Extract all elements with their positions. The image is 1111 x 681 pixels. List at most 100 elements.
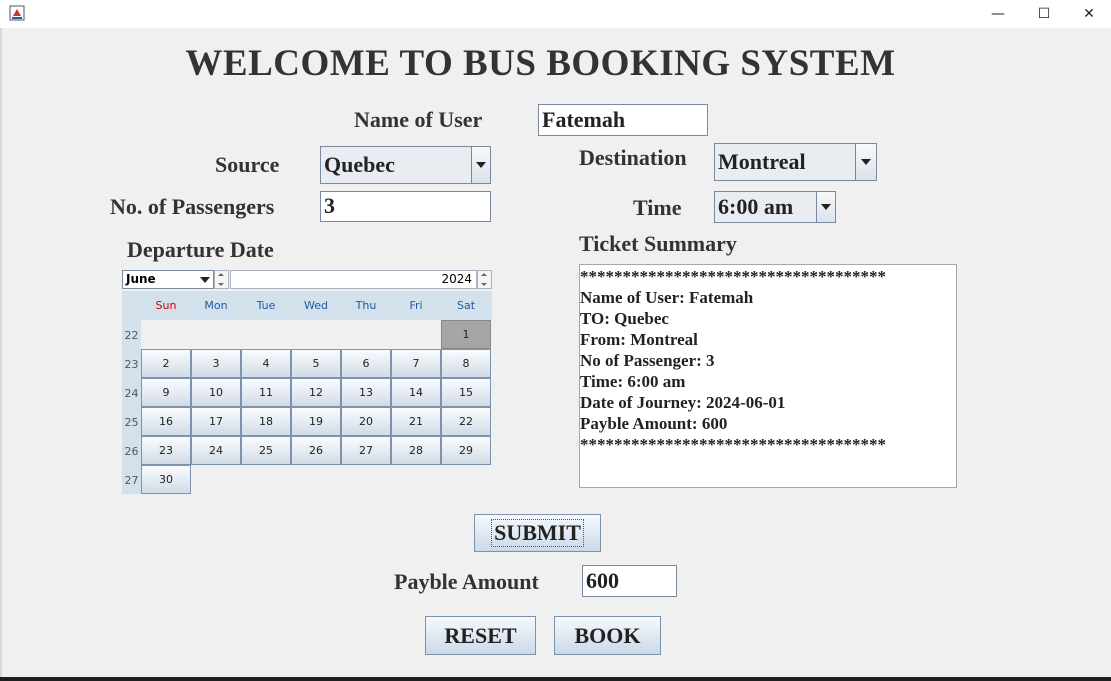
calendar-day-button[interactable]: 20 (341, 407, 391, 436)
summary-line: Payble Amount: 600 (580, 414, 728, 433)
destination-dropdown[interactable]: Montreal (714, 143, 877, 181)
spinner-down-icon[interactable] (218, 283, 224, 286)
submit-button[interactable]: SUBMIT (474, 514, 601, 552)
day-name-tue: Tue (256, 299, 276, 312)
calendar-day-button[interactable]: 24 (191, 436, 241, 465)
calendar-day-button[interactable]: 9 (141, 378, 191, 407)
passengers-input[interactable]: 3 (320, 191, 491, 222)
minimize-button[interactable]: — (975, 0, 1021, 28)
calendar-day-button[interactable]: 27 (341, 436, 391, 465)
calendar-day-button[interactable]: 10 (191, 378, 241, 407)
week-number: 22 (124, 329, 139, 342)
calendar-day-button[interactable]: 26 (291, 436, 341, 465)
time-label: Time (633, 195, 682, 220)
book-label: BOOK (574, 622, 641, 648)
chevron-down-icon (476, 162, 486, 168)
source-dropdown-arrow[interactable] (471, 147, 490, 183)
calendar-day-button[interactable]: 18 (241, 407, 291, 436)
day-name-sun: Sun (155, 299, 177, 312)
day-name-fri: Fri (409, 299, 423, 312)
calendar-day-button[interactable]: 17 (191, 407, 241, 436)
week-number: 27 (124, 474, 139, 487)
summary-line: Name of User: Fatemah (580, 288, 754, 307)
window-titlebar (0, 0, 1111, 28)
time-value: 6:00 am (718, 194, 794, 219)
day-name-mon: Mon (204, 299, 228, 312)
week-number: 26 (124, 445, 139, 458)
reset-label: RESET (444, 622, 517, 648)
time-dropdown-arrow[interactable] (816, 192, 835, 222)
passengers-label: No. of Passengers (110, 194, 275, 219)
calendar-day-button[interactable]: 2 (141, 349, 191, 378)
destination-dropdown-arrow[interactable] (855, 144, 876, 180)
calendar-day-button[interactable]: 14 (391, 378, 441, 407)
year-field[interactable]: 2024 (230, 270, 477, 289)
calendar-header: June 2024 (122, 270, 492, 290)
week-number: 24 (124, 387, 139, 400)
calendar-day-button[interactable]: 25 (241, 436, 291, 465)
week-number: 23 (124, 358, 139, 371)
calendar-day-button[interactable]: 6 (341, 349, 391, 378)
calendar-day-button[interactable]: 21 (391, 407, 441, 436)
close-button[interactable]: ✕ (1066, 0, 1111, 28)
week-number: 25 (124, 416, 139, 429)
day-name-sat: Sat (456, 299, 476, 312)
payable-amount-field[interactable]: 600 (582, 565, 677, 597)
book-button[interactable]: BOOK (554, 616, 661, 655)
summary-line: From: Montreal (580, 330, 698, 349)
calendar-day-button[interactable]: 8 (441, 349, 491, 378)
calendar-day-button[interactable]: 5 (291, 349, 341, 378)
calendar-day-button[interactable]: 28 (391, 436, 441, 465)
close-icon: ✕ (1083, 6, 1095, 22)
page-title: WELCOME TO BUS BOOKING SYSTEM (185, 43, 896, 84)
window-left-edge (0, 28, 2, 681)
destination-value: Montreal (718, 149, 806, 174)
calendar-day-button[interactable]: 15 (441, 378, 491, 407)
summary-line: Time: 6:00 am (580, 372, 686, 391)
maximize-button[interactable]: ☐ (1021, 0, 1067, 28)
name-input[interactable]: Fatemah (538, 104, 708, 136)
calendar-day-button[interactable]: 16 (141, 407, 191, 436)
year-spinner[interactable] (477, 270, 492, 289)
calendar-day-button[interactable]: 1 (441, 320, 491, 349)
calendar-day-button[interactable]: 7 (391, 349, 441, 378)
calendar-day-button[interactable]: 4 (241, 349, 291, 378)
departure-date-label: Departure Date (127, 237, 274, 262)
time-dropdown[interactable]: 6:00 am (714, 191, 836, 223)
month-value: June (126, 272, 156, 286)
source-label: Source (215, 152, 280, 177)
day-name-thu: Thu (355, 299, 377, 312)
spinner-up-icon[interactable] (481, 273, 487, 276)
calendar-grid: Sun Mon Tue Wed Thu Fri Sat 22 23 24 25 26 27 12345… (122, 291, 492, 494)
name-label: Name of User (354, 107, 483, 132)
spinner-up-icon[interactable] (218, 273, 224, 276)
destination-label: Destination (579, 145, 687, 170)
chevron-down-icon (200, 276, 210, 283)
source-value: Quebec (324, 152, 395, 177)
calendar-day-button[interactable]: 12 (291, 378, 341, 407)
calendar-day-button[interactable]: 3 (191, 349, 241, 378)
submit-label: SUBMIT (491, 519, 584, 547)
calendar-day-button[interactable]: 30 (141, 465, 191, 494)
source-dropdown[interactable]: Quebec (320, 146, 491, 184)
window-bottom-edge (0, 677, 1111, 681)
summary-line: TO: Quebec (580, 309, 669, 328)
month-dropdown[interactable]: June (122, 270, 214, 289)
month-dropdown-arrow[interactable] (197, 271, 213, 288)
spinner-down-icon[interactable] (481, 283, 487, 286)
calendar-day-button[interactable]: 13 (341, 378, 391, 407)
payable-amount-label: Payble Amount (394, 569, 539, 594)
month-spinner[interactable] (214, 270, 229, 289)
calendar-day-button[interactable]: 11 (241, 378, 291, 407)
calendar-day-button[interactable]: 23 (141, 436, 191, 465)
ticket-summary-textarea[interactable]: ************************************ Name… (579, 264, 957, 488)
summary-line: ************************************ (580, 267, 886, 286)
calendar-day-button[interactable]: 22 (441, 407, 491, 436)
java-app-icon (9, 5, 25, 21)
summary-line: No of Passenger: 3 (580, 351, 715, 370)
calendar-day-button[interactable]: 19 (291, 407, 341, 436)
reset-button[interactable]: RESET (425, 616, 536, 655)
calendar-day-button[interactable]: 29 (441, 436, 491, 465)
week-number-column: 22 23 24 25 26 27 (122, 320, 141, 494)
maximize-icon: ☐ (1037, 6, 1051, 22)
